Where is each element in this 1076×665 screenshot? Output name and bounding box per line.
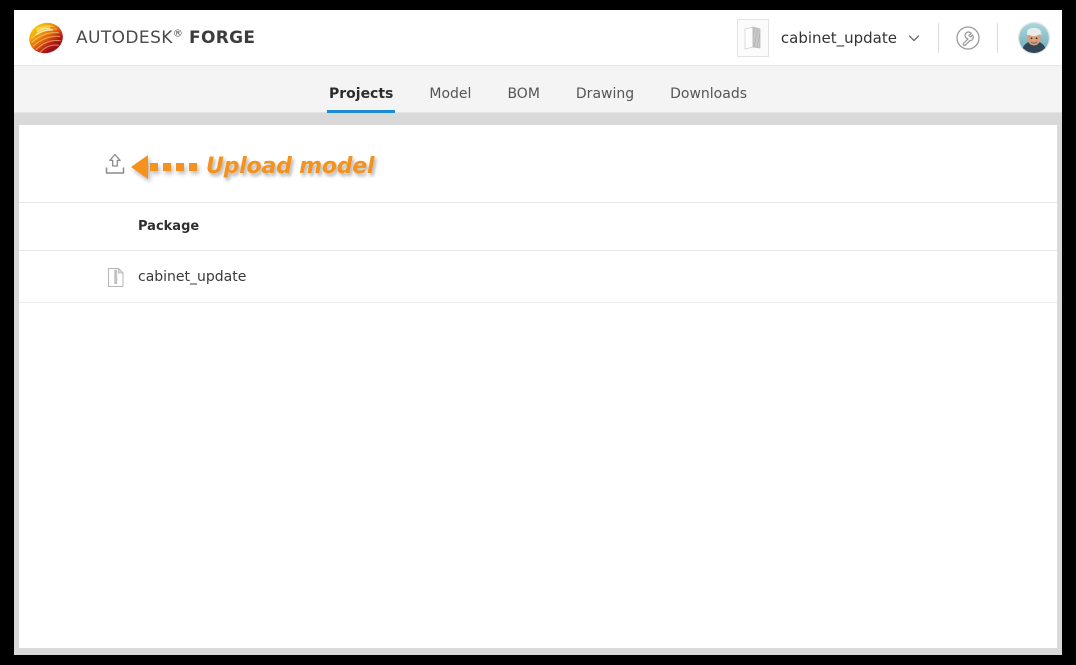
arrow-dotted-tail (150, 162, 202, 171)
cabinet-model-thumbnail[interactable] (736, 19, 769, 57)
brand-registered-mark: ® (172, 28, 184, 40)
tab-model[interactable]: Model (429, 86, 471, 113)
brand-logo-area[interactable]: AUTODESK® FORGE (26, 18, 255, 58)
arrow-dot (150, 162, 158, 171)
arrow-dot (163, 162, 171, 171)
brand-product: FORGE (189, 28, 256, 48)
screen-frame: AUTODESK® FORGE cabinet_update Projects … (0, 0, 1076, 665)
annotation-label: Upload model (204, 153, 376, 181)
zip-archive-icon (107, 267, 125, 288)
panel-toolbar: Upload model (19, 125, 1057, 203)
primary-nav-band: Projects Model BOM Drawing Downloads (14, 66, 1062, 113)
cabinet-thumbnail-icon (744, 26, 761, 50)
package-name[interactable]: cabinet_update (138, 269, 246, 285)
table-row[interactable]: cabinet_update (19, 251, 1057, 303)
upload-icon (105, 153, 125, 174)
autodesk-swirl-logo (29, 22, 63, 54)
user-avatar-photo[interactable] (1018, 22, 1050, 54)
tab-bom[interactable]: BOM (507, 86, 539, 113)
header-divider-1 (938, 23, 939, 53)
brand-title: AUTODESK® FORGE (76, 28, 255, 48)
upload-model-button[interactable] (102, 152, 128, 178)
header-divider-2 (997, 23, 998, 53)
nav-tab-list: Projects Model BOM Drawing Downloads (14, 66, 1062, 113)
table-header-row: Package (19, 203, 1057, 251)
upload-annotation: Upload model (131, 153, 376, 181)
content-gutter (14, 113, 1062, 125)
tab-downloads[interactable]: Downloads (670, 86, 747, 113)
arrow-dot (176, 162, 184, 171)
left-arrow-annotation (131, 154, 148, 179)
current-document-name[interactable]: cabinet_update (781, 29, 897, 47)
projects-panel: Upload model Package cabinet_update (18, 125, 1058, 649)
column-header-package: Package (138, 219, 200, 234)
main-content-wrapper: Upload model Package cabinet_update (14, 125, 1062, 655)
arrow-dot (189, 162, 197, 171)
browser-viewport: AUTODESK® FORGE cabinet_update Projects … (14, 10, 1062, 655)
header-right-cluster: cabinet_update (736, 10, 1054, 66)
chevron-down-icon[interactable] (906, 30, 922, 46)
tab-projects[interactable]: Projects (326, 86, 396, 113)
tab-drawing[interactable]: Drawing (576, 86, 634, 113)
app-header: AUTODESK® FORGE cabinet_update (14, 10, 1062, 66)
zip-archive-glyph (108, 267, 124, 287)
brand-prefix: AUTODESK (76, 28, 173, 48)
wrench-circle-icon[interactable] (955, 25, 981, 51)
